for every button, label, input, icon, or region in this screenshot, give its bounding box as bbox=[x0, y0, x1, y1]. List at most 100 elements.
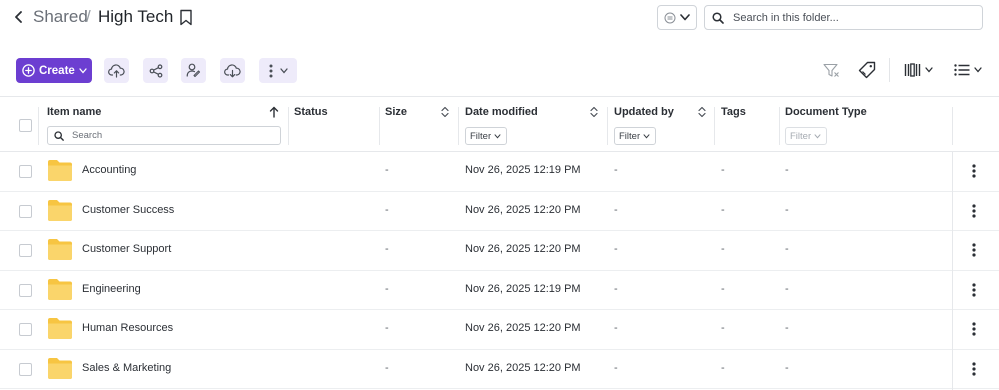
item-document-type: - bbox=[785, 203, 789, 216]
row-checkbox[interactable] bbox=[19, 244, 32, 257]
folder-icon bbox=[48, 278, 72, 300]
columns-button[interactable] bbox=[903, 60, 933, 80]
more-actions-button[interactable] bbox=[259, 58, 297, 83]
column-header-size[interactable]: Size bbox=[385, 106, 407, 118]
column-header-item-name[interactable]: Item name bbox=[47, 106, 101, 118]
column-divider bbox=[607, 107, 608, 145]
column-divider bbox=[779, 107, 780, 145]
sort-icon[interactable] bbox=[698, 106, 706, 118]
view-mode-button[interactable] bbox=[953, 60, 983, 80]
row-checkbox[interactable] bbox=[19, 283, 32, 297]
folder-icon bbox=[48, 160, 72, 181]
chevron-down-icon bbox=[974, 67, 982, 73]
item-tags: - bbox=[721, 164, 725, 176]
search-icon bbox=[712, 11, 724, 24]
search-scope-select[interactable] bbox=[657, 5, 697, 30]
chevron-down-icon bbox=[79, 67, 87, 73]
item-name[interactable]: Engineering bbox=[82, 283, 141, 295]
row-actions-button[interactable] bbox=[966, 360, 982, 378]
filter-label: Filter bbox=[619, 130, 641, 142]
row-actions-button[interactable] bbox=[966, 320, 982, 338]
item-name[interactable]: Customer Support bbox=[82, 243, 171, 255]
item-document-type: - bbox=[785, 282, 789, 295]
upload-button[interactable] bbox=[104, 58, 129, 83]
column-header-tags[interactable]: Tags bbox=[721, 106, 746, 118]
share-icon bbox=[149, 63, 162, 78]
folder-icon bbox=[48, 357, 72, 379]
assign-user-icon bbox=[186, 63, 201, 78]
row-checkbox[interactable] bbox=[19, 165, 32, 178]
item-name-search-input[interactable] bbox=[72, 130, 272, 141]
more-vertical-icon bbox=[972, 203, 976, 218]
document-type-filter[interactable]: Filter bbox=[785, 127, 827, 145]
search-icon bbox=[54, 130, 64, 141]
column-divider bbox=[952, 107, 953, 145]
item-updated-by: - bbox=[614, 322, 618, 334]
item-document-type: - bbox=[785, 164, 789, 176]
column-divider bbox=[379, 107, 380, 145]
clear-filter-button[interactable] bbox=[822, 60, 840, 80]
row-checkbox[interactable] bbox=[19, 323, 32, 336]
scope-icon bbox=[664, 12, 676, 23]
row-checkbox[interactable] bbox=[19, 204, 32, 218]
item-document-type: - bbox=[785, 361, 789, 374]
more-vertical-icon bbox=[972, 282, 976, 297]
item-name[interactable]: Accounting bbox=[82, 164, 136, 176]
column-header-date-modified[interactable]: Date modified bbox=[465, 106, 538, 118]
tag-icon bbox=[858, 61, 876, 79]
create-button[interactable]: Create bbox=[16, 58, 92, 83]
item-updated-by: - bbox=[614, 361, 618, 374]
folder-icon bbox=[48, 239, 72, 260]
breadcrumb-root[interactable]: Shared bbox=[33, 7, 88, 27]
toolbar: Create bbox=[0, 55, 999, 85]
back-button[interactable] bbox=[10, 8, 28, 26]
row-checkbox[interactable] bbox=[19, 362, 32, 376]
row-actions-button[interactable] bbox=[966, 281, 982, 299]
item-name[interactable]: Sales & Marketing bbox=[82, 362, 171, 374]
row-actions-button[interactable] bbox=[966, 162, 982, 180]
column-header-status[interactable]: Status bbox=[294, 106, 328, 118]
table-row[interactable]: Engineering - Nov 26, 2025 12:19 PM - - … bbox=[0, 271, 999, 310]
page-title: High Tech bbox=[98, 7, 174, 26]
assign-user-button[interactable] bbox=[181, 58, 206, 83]
filter-label: Filter bbox=[470, 130, 492, 142]
sort-icon[interactable] bbox=[441, 106, 449, 118]
table-row[interactable]: Accounting - Nov 26, 2025 12:19 PM - - - bbox=[0, 152, 999, 192]
select-all-checkbox[interactable] bbox=[19, 119, 32, 132]
item-name[interactable]: Human Resources bbox=[82, 322, 173, 334]
more-vertical-icon bbox=[972, 361, 976, 376]
upload-icon bbox=[108, 63, 125, 78]
sort-ascending-icon[interactable] bbox=[269, 106, 279, 118]
date-filter[interactable]: Filter bbox=[465, 127, 507, 145]
item-date-modified: Nov 26, 2025 12:20 PM bbox=[465, 361, 581, 374]
folder-search bbox=[704, 5, 983, 30]
updated-by-filter[interactable]: Filter bbox=[614, 127, 656, 145]
sort-icon[interactable] bbox=[590, 106, 598, 118]
item-name[interactable]: Customer Success bbox=[82, 204, 174, 216]
row-actions-button[interactable] bbox=[966, 241, 982, 259]
share-button[interactable] bbox=[143, 58, 168, 83]
item-date-modified: Nov 26, 2025 12:19 PM bbox=[465, 164, 581, 176]
item-date-modified: Nov 26, 2025 12:19 PM bbox=[465, 282, 581, 295]
table-row[interactable]: Human Resources - Nov 26, 2025 12:20 PM … bbox=[0, 310, 999, 350]
more-vertical-icon bbox=[972, 243, 976, 257]
bookmark-icon[interactable] bbox=[179, 9, 193, 26]
table-row[interactable]: Customer Support - Nov 26, 2025 12:20 PM… bbox=[0, 231, 999, 271]
item-updated-by: - bbox=[614, 282, 618, 295]
column-header-updated-by[interactable]: Updated by bbox=[614, 106, 674, 118]
column-header-document-type[interactable]: Document Type bbox=[785, 106, 867, 118]
row-actions-button[interactable] bbox=[966, 202, 982, 220]
download-button[interactable] bbox=[220, 58, 245, 83]
item-updated-by: - bbox=[614, 203, 618, 216]
tags-button[interactable] bbox=[857, 60, 877, 80]
column-divider bbox=[288, 107, 289, 145]
item-tags: - bbox=[721, 243, 725, 255]
item-date-modified: Nov 26, 2025 12:20 PM bbox=[465, 203, 581, 216]
item-document-type: - bbox=[785, 322, 789, 334]
search-input[interactable] bbox=[733, 11, 973, 24]
table-row[interactable]: Sales & Marketing - Nov 26, 2025 12:20 P… bbox=[0, 350, 999, 389]
chevron-down-icon bbox=[679, 14, 690, 21]
chevron-down-icon bbox=[494, 133, 501, 139]
table-row[interactable]: Customer Success - Nov 26, 2025 12:20 PM… bbox=[0, 192, 999, 231]
folder-icon bbox=[48, 199, 72, 221]
